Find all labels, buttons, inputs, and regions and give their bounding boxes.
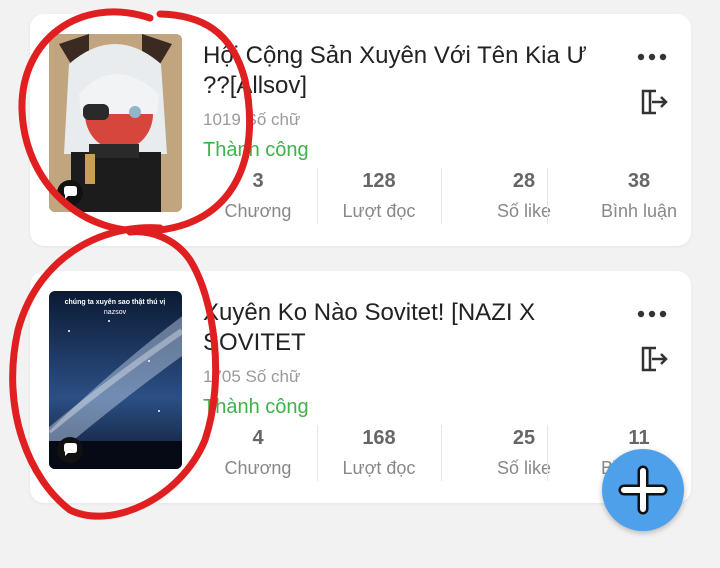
divider — [547, 425, 548, 481]
stat-chapters: 3 Chương — [203, 164, 313, 222]
story-stats: 4 Chương 168 Lượt đọc 25 Số like 11 Bình… — [203, 421, 677, 483]
comment-bubble-icon — [57, 437, 83, 463]
story-stats: 3 Chương 128 Lượt đọc 28 Số like 38 Bình… — [203, 164, 677, 226]
stat-value: 25 — [512, 427, 536, 449]
stat-reads: 168 Lượt đọc — [324, 421, 434, 479]
stat-comments: 38 Bình luận — [584, 164, 694, 222]
story-card[interactable]: chúng ta xuyên sao thật thú vị nazsov Xu… — [30, 271, 691, 503]
exit-icon[interactable] — [639, 87, 669, 117]
story-card[interactable]: Hội Cộng Sản Xuyên Với Tên Kia Ư ??[Alls… — [30, 14, 691, 246]
stat-label: Số like — [496, 458, 552, 478]
status-label: Thành công — [203, 396, 309, 418]
divider — [317, 168, 318, 224]
stat-likes: 28 Số like — [469, 164, 579, 222]
stat-label: Lượt đọc — [342, 201, 416, 221]
stat-label: Lượt đọc — [342, 458, 416, 478]
more-dots-icon[interactable] — [637, 52, 667, 62]
stat-value: 3 — [252, 170, 264, 192]
stat-likes: 25 Số like — [469, 421, 579, 479]
divider — [547, 168, 548, 224]
comment-bubble-icon — [57, 180, 83, 206]
divider — [441, 425, 442, 481]
divider — [317, 425, 318, 481]
stat-value: 128 — [362, 170, 396, 192]
cover-caption: chúng ta xuyên sao thật thú vị — [65, 299, 166, 306]
story-title[interactable]: Hội Cộng Sản Xuyên Với Tên Kia Ư ??[Alls… — [203, 41, 603, 101]
stat-label: Bình luận — [600, 201, 678, 221]
stat-value: 38 — [627, 170, 651, 192]
stat-value: 11 — [628, 427, 650, 449]
story-cover-image[interactable] — [49, 34, 182, 212]
stat-reads: 128 Lượt đọc — [324, 164, 434, 222]
exit-icon[interactable] — [639, 344, 669, 374]
add-story-button[interactable] — [602, 449, 684, 531]
stat-label: Chương — [224, 201, 292, 221]
stat-label: Số like — [496, 201, 552, 221]
word-count: 1705 Số chữ — [203, 367, 301, 386]
stat-value: 168 — [362, 427, 396, 449]
stat-value: 28 — [512, 170, 536, 192]
plus-icon — [618, 465, 668, 515]
stat-value: 4 — [252, 427, 264, 449]
word-count: 1019 Số chữ — [203, 110, 301, 129]
cover-author: nazsov — [104, 309, 127, 316]
story-title[interactable]: Xuyên Ko Nào Sovitet! [NAZI X SOVITET — [203, 298, 603, 358]
stat-label: Chương — [224, 458, 292, 478]
status-label: Thành công — [203, 139, 309, 161]
story-cover-image[interactable]: chúng ta xuyên sao thật thú vị nazsov — [49, 291, 182, 469]
divider — [441, 168, 442, 224]
more-dots-icon[interactable] — [637, 309, 667, 319]
stat-chapters: 4 Chương — [203, 421, 313, 479]
